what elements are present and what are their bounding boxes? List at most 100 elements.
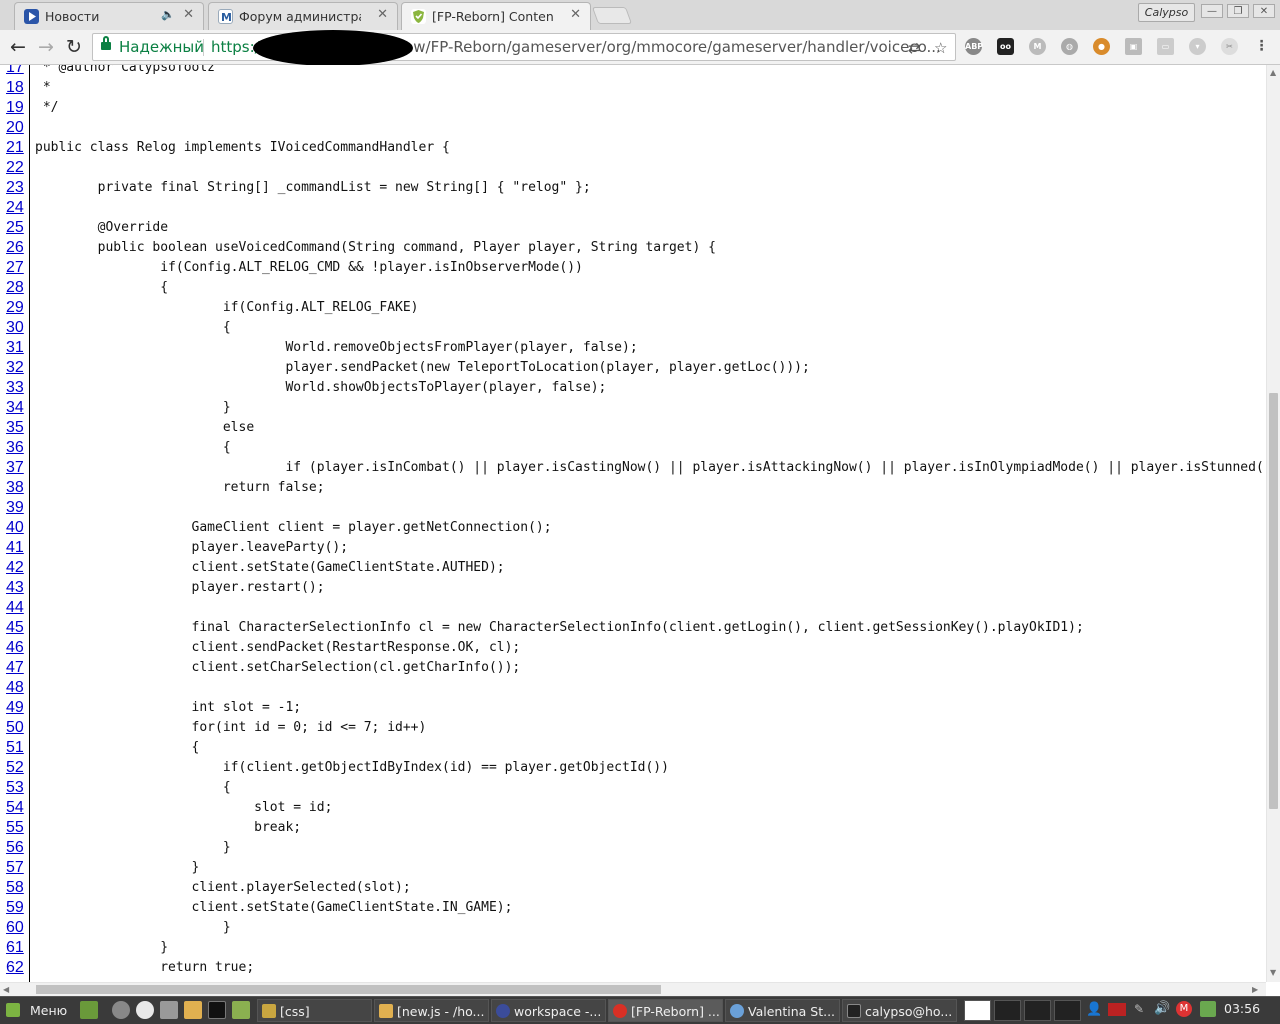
- line-number-link[interactable]: 41: [6, 538, 28, 558]
- line-number-link[interactable]: 46: [6, 638, 28, 658]
- screenshot-extension-icon[interactable]: ▣: [1125, 38, 1142, 55]
- minimize-button[interactable]: —: [1201, 4, 1223, 18]
- taskbar-window[interactable]: workspace -...: [491, 999, 606, 1022]
- line-number-link[interactable]: 31: [6, 338, 28, 358]
- line-number-link[interactable]: 35: [6, 418, 28, 438]
- vertical-scrollbar[interactable]: ▲ ▼: [1266, 65, 1280, 982]
- line-number-link[interactable]: 38: [6, 478, 28, 498]
- line-number-link[interactable]: 30: [6, 318, 28, 338]
- line-number-link[interactable]: 47: [6, 658, 28, 678]
- line-number-link[interactable]: 26: [6, 238, 28, 258]
- mail-notifier-icon[interactable]: M: [1176, 1001, 1192, 1017]
- volume-icon[interactable]: 🔊: [1154, 1001, 1170, 1017]
- scroll-up-icon[interactable]: ▲: [1270, 68, 1276, 77]
- cookie-extension-icon[interactable]: ●: [1093, 38, 1110, 55]
- close-tab-icon[interactable]: ✕: [377, 7, 388, 22]
- user-icon[interactable]: 👤: [1086, 1002, 1102, 1017]
- line-number-link[interactable]: 19: [6, 98, 28, 118]
- workspace-1[interactable]: [964, 1000, 991, 1021]
- vertical-scroll-thumb[interactable]: [1269, 393, 1278, 809]
- workspace-4[interactable]: [1054, 1000, 1081, 1021]
- start-menu-button[interactable]: Меню: [2, 999, 74, 1022]
- line-number-link[interactable]: 27: [6, 258, 28, 278]
- taskbar-window[interactable]: [new.js - /ho...: [374, 999, 489, 1022]
- line-number-link[interactable]: 22: [6, 158, 28, 178]
- line-number-link[interactable]: 25: [6, 218, 28, 238]
- reload-icon[interactable]: ↻: [62, 35, 86, 59]
- keyboard-layout-flag-icon[interactable]: [1108, 1003, 1126, 1016]
- taskbar-window[interactable]: [FP-Reborn] ...: [608, 999, 723, 1022]
- tools-launcher-icon[interactable]: [160, 1001, 178, 1019]
- line-number-link[interactable]: 29: [6, 298, 28, 318]
- globe-extension-icon[interactable]: ◍: [1061, 38, 1078, 55]
- line-number-link[interactable]: 56: [6, 838, 28, 858]
- close-tab-icon[interactable]: ✕: [570, 7, 581, 22]
- line-number-link[interactable]: 23: [6, 178, 28, 198]
- line-number-link[interactable]: 61: [6, 938, 28, 958]
- line-number-link[interactable]: 48: [6, 678, 28, 698]
- maximize-button[interactable]: ❐: [1227, 4, 1249, 18]
- terminal-launcher-icon[interactable]: [208, 1001, 226, 1019]
- line-number-link[interactable]: 51: [6, 738, 28, 758]
- line-number-link[interactable]: 37: [6, 458, 28, 478]
- close-tab-icon[interactable]: ✕: [183, 7, 194, 22]
- forward-arrow-icon[interactable]: →: [34, 35, 58, 59]
- gmail-extension-icon[interactable]: M: [1029, 38, 1046, 55]
- line-number-link[interactable]: 34: [6, 398, 28, 418]
- show-desktop-icon[interactable]: [80, 1001, 98, 1019]
- line-number-link[interactable]: 18: [6, 78, 28, 98]
- adblock-icon[interactable]: ABP: [965, 38, 983, 55]
- taskbar-window[interactable]: [css]: [257, 999, 372, 1022]
- tab-news[interactable]: Новости 🔈 ✕: [14, 2, 204, 30]
- line-number-link[interactable]: 62: [6, 958, 28, 978]
- editor-launcher-icon[interactable]: [184, 1001, 202, 1019]
- profile-button[interactable]: Calypso: [1138, 3, 1195, 22]
- scissors-extension-icon[interactable]: ✂: [1221, 38, 1238, 55]
- files-launcher-icon[interactable]: [232, 1001, 250, 1019]
- line-number-link[interactable]: 44: [6, 598, 28, 618]
- line-number-link[interactable]: 21: [6, 138, 28, 158]
- address-bar[interactable]: Надежный https:// /ew/FP-Reborn/gameserv…: [92, 30, 956, 66]
- line-number-link[interactable]: 50: [6, 718, 28, 738]
- bookmark-star-icon[interactable]: ☆: [934, 39, 947, 57]
- taskbar-window[interactable]: calypso@ho...: [842, 999, 957, 1022]
- scroll-right-icon[interactable]: ▶: [1252, 985, 1258, 994]
- close-window-button[interactable]: ✕: [1253, 4, 1275, 18]
- clock[interactable]: 03:56: [1224, 1001, 1260, 1016]
- line-number-link[interactable]: 58: [6, 878, 28, 898]
- line-number-link[interactable]: 59: [6, 898, 28, 918]
- line-number-link[interactable]: 36: [6, 438, 28, 458]
- glasses-extension-icon[interactable]: oo: [997, 38, 1014, 55]
- horizontal-scrollbar[interactable]: ◀ ▶: [0, 982, 1266, 996]
- taskbar-window[interactable]: Valentina St...: [725, 999, 840, 1022]
- line-number-link[interactable]: 45: [6, 618, 28, 638]
- line-number-link[interactable]: 17: [6, 65, 28, 78]
- line-number-link[interactable]: 60: [6, 918, 28, 938]
- cast-extension-icon[interactable]: ▭: [1157, 38, 1174, 55]
- scroll-down-icon[interactable]: ▼: [1270, 968, 1276, 977]
- back-arrow-icon[interactable]: ←: [6, 35, 30, 59]
- horizontal-scroll-thumb[interactable]: [36, 985, 661, 994]
- line-number-link[interactable]: 28: [6, 278, 28, 298]
- line-number-link[interactable]: 39: [6, 498, 28, 518]
- workspace-2[interactable]: [994, 1000, 1021, 1021]
- line-number-link[interactable]: 53: [6, 778, 28, 798]
- new-tab-button[interactable]: [591, 7, 633, 24]
- app-launcher-icon[interactable]: [112, 1001, 130, 1019]
- network-icon[interactable]: ✎: [1134, 1002, 1148, 1016]
- line-number-link[interactable]: 33: [6, 378, 28, 398]
- scroll-left-icon[interactable]: ◀: [3, 985, 9, 994]
- speaker-icon[interactable]: 🔈: [161, 8, 175, 21]
- line-number-link[interactable]: 43: [6, 578, 28, 598]
- line-number-link[interactable]: 24: [6, 198, 28, 218]
- line-number-link[interactable]: 49: [6, 698, 28, 718]
- line-number-link[interactable]: 32: [6, 358, 28, 378]
- shield-extension-icon[interactable]: ▾: [1189, 38, 1206, 55]
- line-number-link[interactable]: 20: [6, 118, 28, 138]
- chrome-launcher-icon[interactable]: [136, 1001, 154, 1019]
- tab-fp-reborn[interactable]: [FP-Reborn] Contents of ✕: [401, 2, 591, 30]
- line-number-link[interactable]: 42: [6, 558, 28, 578]
- tab-forum[interactable]: M Форум администратора ✕: [208, 2, 398, 30]
- line-number-link[interactable]: 54: [6, 798, 28, 818]
- line-number-link[interactable]: 40: [6, 518, 28, 538]
